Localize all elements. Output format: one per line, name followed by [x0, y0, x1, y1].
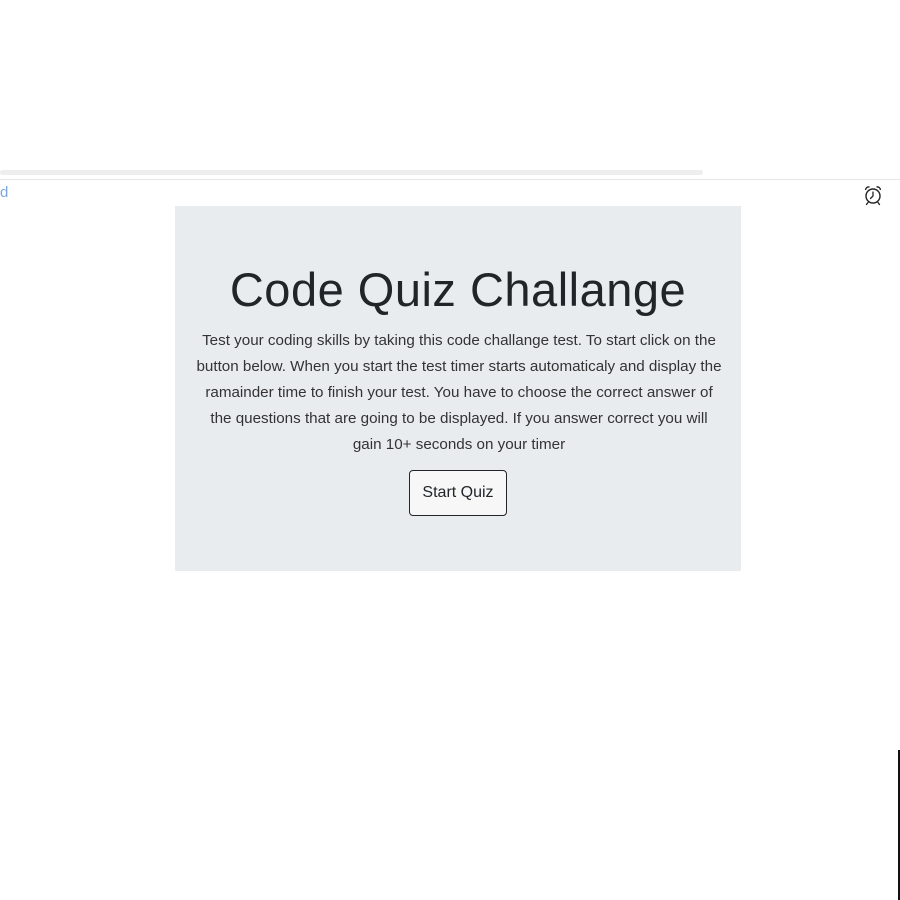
- horizontal-scrollbar[interactable]: [0, 170, 703, 175]
- page: d Code Quiz Challange Test your coding s…: [0, 0, 900, 900]
- nav-link[interactable]: d: [0, 184, 8, 201]
- start-quiz-button[interactable]: Start Quiz: [409, 470, 507, 517]
- alarm-clock-icon: [864, 186, 882, 206]
- header-divider: [0, 179, 900, 180]
- quiz-description: Test your coding skills by taking this c…: [196, 332, 722, 454]
- quiz-intro-panel: Code Quiz Challange Test your coding ski…: [175, 206, 741, 571]
- quiz-title: Code Quiz Challange: [229, 263, 687, 316]
